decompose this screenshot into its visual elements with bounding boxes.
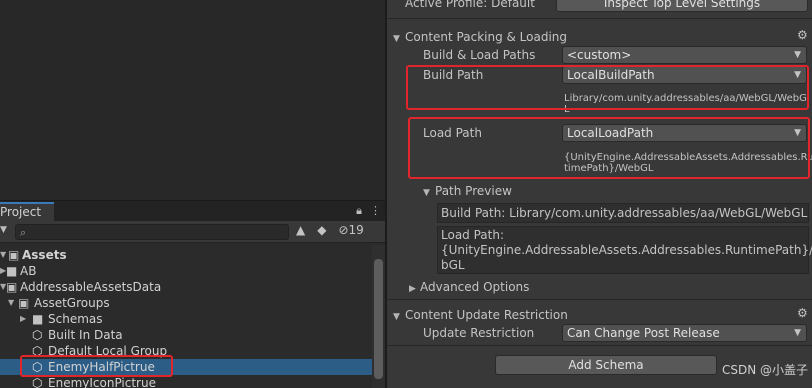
tree-item-label: Built In Data [48, 328, 123, 342]
foldout-expanded-icon[interactable]: ▼ [393, 312, 400, 322]
update-restriction-dropdown[interactable]: Can Change Post Release ▼ [562, 324, 807, 342]
content-update-title[interactable]: Content Update Restriction [405, 308, 568, 322]
tree-item-assets[interactable]: ▼ ▣ Assets [0, 247, 372, 263]
build-load-paths-dropdown[interactable]: <custom> ▼ [562, 46, 807, 64]
chevron-down-icon: ▼ [794, 328, 801, 338]
scene-view [0, 0, 385, 200]
project-tab-bar: Project 🔒︎ ⋮ [0, 200, 385, 222]
collapse-arrow-icon[interactable]: ▶ [20, 311, 26, 327]
project-tab[interactable]: Project [0, 202, 54, 222]
search-icon: ⌕ [20, 226, 27, 239]
tree-item-label: AddressableAssetsData [20, 280, 162, 294]
separator [387, 299, 812, 300]
folder-open-icon: ▣ [8, 248, 20, 262]
tab-tools: 🔒︎ ⋮ [356, 204, 381, 218]
foldout-expanded-icon[interactable]: ▼ [393, 34, 400, 44]
inspect-top-level-settings-button[interactable]: Inspect Top Level Settings [556, 0, 808, 12]
tree-item-schemas[interactable]: ▶ ■ Schemas [0, 311, 372, 327]
foldout-expanded-icon[interactable]: ▼ [423, 188, 430, 198]
dropdown-value: Can Change Post Release [567, 326, 720, 340]
expand-arrow-icon[interactable]: ▼ [0, 247, 6, 263]
highlight-box-selected-group [20, 355, 173, 377]
tree-item-addressable-assets-data[interactable]: ▼ ▣ AddressableAssetsData [0, 279, 372, 295]
hidden-packages-icon[interactable]: ⊘19 [338, 223, 363, 237]
chevron-down-icon: ▼ [794, 50, 801, 60]
tree-item-built-in-data[interactable]: ⬡ Built In Data [0, 327, 372, 343]
dropdown-arrow-icon[interactable]: ▼ [0, 225, 7, 235]
preview-load-path-line-3: bGL [441, 258, 465, 272]
expand-arrow-icon[interactable]: ▼ [8, 295, 14, 311]
update-restriction-label: Update Restriction [423, 326, 535, 340]
inspector-panel: Active Profile: Default Inspect Top Leve… [387, 0, 812, 388]
search-input[interactable]: ⌕ [15, 224, 289, 240]
path-preview-title[interactable]: Path Preview [435, 184, 512, 198]
gear-icon[interactable]: ⚙ [797, 306, 808, 320]
hidden-count: 19 [348, 223, 364, 237]
folder-open-icon: ▣ [6, 280, 18, 294]
tree-item-label: AB [20, 264, 37, 278]
tree-item-label: Assets [22, 248, 67, 262]
tree-item-ab[interactable]: ▶ ■ AB [0, 263, 372, 279]
highlight-box-build-path [406, 65, 809, 110]
toolbar-icons: ▲ ◆ ⊘19 [296, 223, 364, 237]
tree-item-label: Schemas [48, 312, 103, 326]
tree-item-asset-groups[interactable]: ▼ ▣ AssetGroups [0, 295, 372, 311]
folder-icon: ■ [6, 264, 18, 278]
highlight-box-load-path [408, 117, 810, 179]
tree-item-label: AssetGroups [34, 296, 110, 310]
preview-load-path-line-2: {UnityEngine.AddressableAssets.Addressab… [441, 243, 812, 257]
folder-icon: ■ [32, 312, 44, 326]
project-toolbar: ▼ ⌕ ▲ ◆ ⊘19 [0, 221, 385, 243]
scrollbar-thumb[interactable] [374, 259, 383, 379]
watermark: CSDN @小盖子 [721, 363, 808, 377]
foldout-collapsed-icon[interactable]: ▶ [409, 284, 416, 294]
preview-build-path-field: Build Path: Library/com.unity.addressabl… [437, 203, 809, 223]
advanced-options-title[interactable]: Advanced Options [420, 280, 529, 294]
filter-by-label-icon[interactable]: ◆ [317, 223, 326, 237]
preview-load-path-line-1: Load Path: [441, 228, 505, 242]
preview-load-path-field: Load Path: {UnityEngine.AddressableAsset… [437, 226, 812, 274]
cube-icon: ⬡ [32, 328, 43, 342]
gear-icon[interactable]: ⚙ [797, 28, 808, 42]
active-profile-label: Active Profile: Default [405, 0, 535, 10]
lock-icon[interactable]: 🔒︎ [356, 204, 362, 218]
content-packing-title[interactable]: Content Packing & Loading [405, 30, 567, 44]
folder-open-icon: ▣ [18, 296, 30, 310]
filter-by-type-icon[interactable]: ▲ [296, 223, 305, 237]
project-scrollbar[interactable] [372, 245, 385, 388]
build-load-paths-label: Build & Load Paths [423, 48, 536, 62]
project-window: Project 🔒︎ ⋮ ▼ ⌕ ▲ ◆ ⊘19 ▼ ▣ Assets ▶ ■ … [0, 200, 385, 388]
kebab-menu-icon[interactable]: ⋮ [370, 204, 381, 218]
separator [387, 345, 812, 346]
add-schema-button[interactable]: Add Schema [495, 355, 717, 375]
separator [387, 18, 812, 19]
dropdown-value: <custom> [567, 48, 632, 62]
